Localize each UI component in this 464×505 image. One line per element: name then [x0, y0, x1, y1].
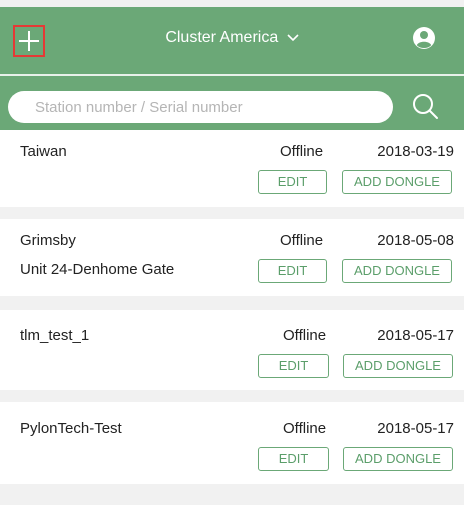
- station-date: 2018-05-17: [377, 327, 454, 344]
- app-header: Cluster America: [0, 7, 464, 130]
- status-strip: [0, 0, 464, 7]
- add-dongle-button[interactable]: ADD DONGLE: [343, 354, 453, 378]
- search-icon[interactable]: [411, 92, 439, 120]
- header-divider: [0, 74, 464, 76]
- station-name: PylonTech-Test: [20, 420, 122, 437]
- station-card[interactable]: PylonTech-Test Offline 2018-05-17 EDIT A…: [0, 402, 464, 484]
- add-dongle-button[interactable]: ADD DONGLE: [342, 170, 452, 194]
- station-card[interactable]: Taiwan Offline 2018-03-19 EDIT ADD DONGL…: [0, 130, 464, 207]
- station-name: Grimsby: [20, 232, 76, 249]
- cluster-label: Cluster America: [165, 29, 279, 46]
- station-status: Offline: [283, 420, 327, 437]
- station-date: 2018-05-08: [377, 232, 454, 249]
- station-status: Offline: [280, 143, 324, 160]
- station-address: Unit 24-Denhome Gate: [20, 261, 175, 278]
- station-card[interactable]: tlm_test_1 Offline 2018-05-17 EDIT ADD D…: [0, 310, 464, 390]
- user-icon[interactable]: [412, 26, 436, 50]
- station-name: Taiwan: [20, 143, 67, 160]
- station-card[interactable]: Grimsby Unit 24-Denhome Gate Offline 201…: [0, 219, 464, 296]
- edit-button[interactable]: EDIT: [258, 259, 327, 283]
- add-dongle-button[interactable]: ADD DONGLE: [343, 447, 453, 471]
- chevron-down-icon: [287, 34, 299, 41]
- edit-button[interactable]: EDIT: [258, 447, 329, 471]
- add-dongle-button[interactable]: ADD DONGLE: [342, 259, 452, 283]
- station-date: 2018-05-17: [377, 420, 454, 437]
- edit-button[interactable]: EDIT: [258, 354, 329, 378]
- station-status: Offline: [280, 232, 324, 249]
- search-input[interactable]: [8, 91, 393, 123]
- cluster-selector[interactable]: Cluster America: [0, 29, 464, 47]
- station-status: Offline: [283, 327, 327, 344]
- station-date: 2018-03-19: [377, 143, 454, 160]
- edit-button[interactable]: EDIT: [258, 170, 327, 194]
- station-name: tlm_test_1: [20, 327, 90, 344]
